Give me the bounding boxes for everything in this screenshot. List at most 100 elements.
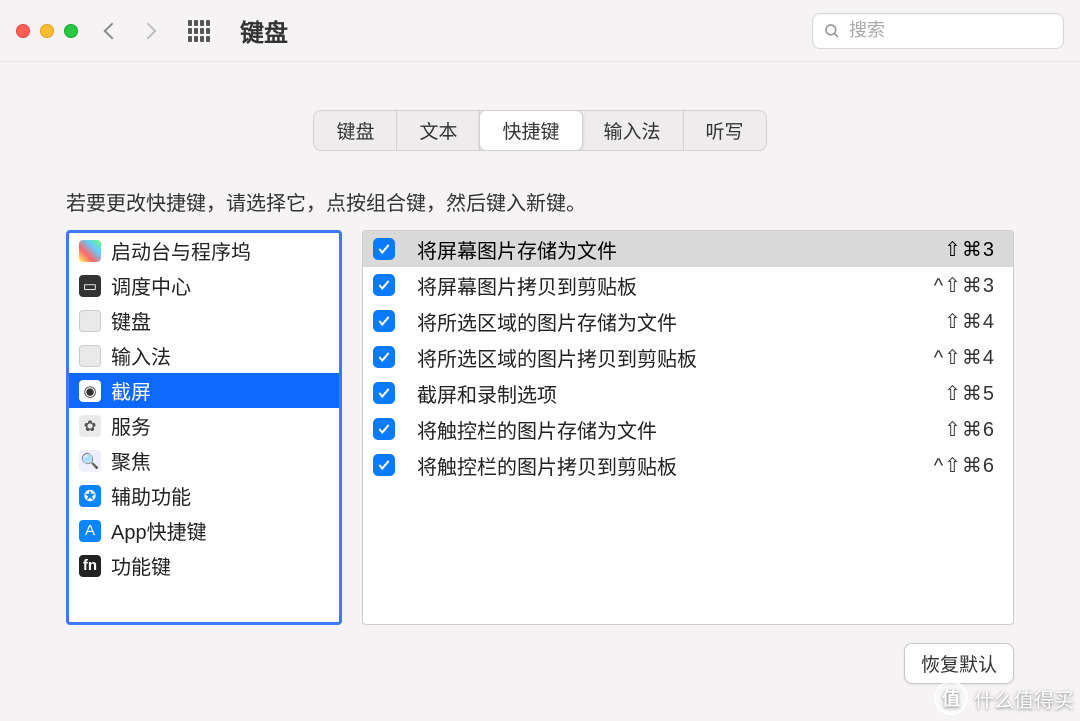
search-field[interactable]: [812, 13, 1064, 49]
shortcut-row[interactable]: 将触控栏的图片存储为文件 ⇧⌘6: [363, 411, 1013, 447]
sidebar-item-accessibility[interactable]: ✪ 辅助功能: [69, 478, 339, 513]
sidebar-item-services[interactable]: ✿ 服务: [69, 408, 339, 443]
close-window-button[interactable]: [16, 24, 30, 38]
shortcut-keys[interactable]: ^⇧⌘6: [934, 453, 995, 478]
services-icon: ✿: [79, 415, 101, 437]
restore-defaults-label: 恢复默认: [921, 655, 997, 676]
shortcut-row[interactable]: 将所选区域的图片拷贝到剪贴板 ^⇧⌘4: [363, 339, 1013, 375]
search-icon: [823, 22, 841, 40]
function-keys-icon: fn: [79, 555, 101, 577]
check-icon: [377, 350, 391, 364]
tab-label: 快捷键: [502, 122, 559, 143]
shortcut-keys[interactable]: ^⇧⌘4: [934, 345, 995, 370]
content: 键盘 文本 快捷键 输入法 听写 若要更改快捷键，请选择它，点按组合键，然后键入…: [0, 62, 1080, 684]
tab-dictation[interactable]: 听写: [684, 111, 766, 150]
sidebar-item-label: 输入法: [111, 341, 171, 370]
window-title: 键盘: [240, 13, 288, 48]
sidebar-item-label: 截屏: [111, 376, 151, 405]
shortcut-checkbox[interactable]: [373, 274, 395, 296]
shortcut-row[interactable]: 将所选区域的图片存储为文件 ⇧⌘4: [363, 303, 1013, 339]
shortcut-row[interactable]: 将屏幕图片拷贝到剪贴板 ^⇧⌘3: [363, 267, 1013, 303]
shortcut-label: 将所选区域的图片拷贝到剪贴板: [417, 343, 934, 372]
watermark-badge: 值: [934, 681, 968, 715]
watermark-text: 什么值得买: [974, 684, 1074, 713]
forward-button[interactable]: [140, 22, 157, 39]
shortcut-label: 截屏和录制选项: [417, 379, 944, 408]
shortcut-checkbox[interactable]: [373, 238, 395, 260]
shortcut-list[interactable]: 将屏幕图片存储为文件 ⇧⌘3 将屏幕图片拷贝到剪贴板 ^⇧⌘3 将所选区域的图片…: [362, 230, 1014, 625]
sidebar-item-spotlight[interactable]: 🔍 聚焦: [69, 443, 339, 478]
sidebar-item-label: 聚焦: [111, 446, 151, 475]
shortcut-row[interactable]: 将屏幕图片存储为文件 ⇧⌘3: [363, 231, 1013, 267]
shortcut-keys[interactable]: ⇧⌘5: [944, 381, 995, 406]
check-icon: [377, 242, 391, 256]
sidebar-item-label: 键盘: [111, 306, 151, 335]
screenshot-icon: ◉: [79, 380, 101, 402]
titlebar: 键盘: [0, 0, 1080, 62]
check-icon: [377, 278, 391, 292]
check-icon: [377, 314, 391, 328]
sidebar-item-function-keys[interactable]: fn 功能键: [69, 548, 339, 583]
search-input[interactable]: [849, 20, 1053, 41]
sidebar-item-mission-control[interactable]: ▭ 调度中心: [69, 268, 339, 303]
shortcut-label: 将触控栏的图片拷贝到剪贴板: [417, 451, 934, 480]
shortcut-checkbox[interactable]: [373, 346, 395, 368]
category-sidebar[interactable]: 启动台与程序坞 ▭ 调度中心 键盘 输入法 ◉ 截屏 ✿ 服务: [66, 230, 342, 625]
accessibility-icon: ✪: [79, 485, 101, 507]
shortcut-label: 将屏幕图片拷贝到剪贴板: [417, 271, 934, 300]
zoom-window-button[interactable]: [64, 24, 78, 38]
sidebar-item-label: 服务: [111, 411, 151, 440]
shortcut-keys[interactable]: ⇧⌘6: [944, 417, 995, 442]
sidebar-item-keyboard[interactable]: 键盘: [69, 303, 339, 338]
shortcut-keys[interactable]: ⇧⌘4: [944, 309, 995, 334]
sidebar-item-label: 调度中心: [111, 271, 191, 300]
window-controls: [16, 24, 78, 38]
help-text: 若要更改快捷键，请选择它，点按组合键，然后键入新键。: [0, 187, 1080, 230]
sidebar-item-label: 功能键: [111, 551, 171, 580]
shortcut-row[interactable]: 将触控栏的图片拷贝到剪贴板 ^⇧⌘6: [363, 447, 1013, 483]
shortcut-label: 将所选区域的图片存储为文件: [417, 307, 944, 336]
back-button[interactable]: [104, 22, 121, 39]
tab-label: 输入法: [604, 122, 661, 143]
keyboard-icon: [79, 310, 101, 332]
shortcut-keys[interactable]: ⇧⌘3: [944, 237, 995, 262]
check-icon: [377, 458, 391, 472]
launchpad-icon: [79, 240, 101, 262]
shortcut-row[interactable]: 截屏和录制选项 ⇧⌘5: [363, 375, 1013, 411]
sidebar-item-screenshots[interactable]: ◉ 截屏: [69, 373, 339, 408]
tab-keyboard[interactable]: 键盘: [314, 111, 397, 150]
spotlight-icon: 🔍: [79, 450, 101, 472]
shortcut-checkbox[interactable]: [373, 454, 395, 476]
shortcut-label: 将屏幕图片存储为文件: [417, 235, 944, 264]
minimize-window-button[interactable]: [40, 24, 54, 38]
panes: 启动台与程序坞 ▭ 调度中心 键盘 输入法 ◉ 截屏 ✿ 服务: [0, 230, 1080, 625]
sidebar-item-app-shortcuts[interactable]: A App快捷键: [69, 513, 339, 548]
mission-control-icon: ▭: [79, 275, 101, 297]
tab-label: 听写: [706, 122, 744, 143]
input-sources-icon: [79, 345, 101, 367]
restore-defaults-button[interactable]: 恢复默认: [904, 643, 1014, 684]
sidebar-item-input-sources[interactable]: 输入法: [69, 338, 339, 373]
sidebar-item-label: 辅助功能: [111, 481, 191, 510]
footer: 恢复默认: [0, 625, 1080, 684]
app-shortcuts-icon: A: [79, 520, 101, 542]
show-all-prefs-icon[interactable]: [188, 20, 210, 42]
sidebar-item-label: 启动台与程序坞: [111, 236, 251, 265]
nav-buttons: [106, 25, 154, 37]
shortcut-label: 将触控栏的图片存储为文件: [417, 415, 944, 444]
sidebar-item-launchpad[interactable]: 启动台与程序坞: [69, 233, 339, 268]
shortcut-checkbox[interactable]: [373, 310, 395, 332]
shortcut-keys[interactable]: ^⇧⌘3: [934, 273, 995, 298]
tab-text[interactable]: 文本: [397, 111, 480, 150]
shortcut-checkbox[interactable]: [373, 382, 395, 404]
watermark: 值 什么值得买: [934, 681, 1074, 715]
tab-bar: 键盘 文本 快捷键 输入法 听写: [0, 110, 1080, 151]
segmented-control: 键盘 文本 快捷键 输入法 听写: [313, 110, 766, 151]
check-icon: [377, 386, 391, 400]
sidebar-item-label: App快捷键: [111, 516, 207, 545]
check-icon: [377, 422, 391, 436]
tab-shortcuts[interactable]: 快捷键: [479, 110, 582, 151]
tab-label: 键盘: [336, 122, 374, 143]
shortcut-checkbox[interactable]: [373, 418, 395, 440]
tab-input-sources[interactable]: 输入法: [582, 111, 684, 150]
